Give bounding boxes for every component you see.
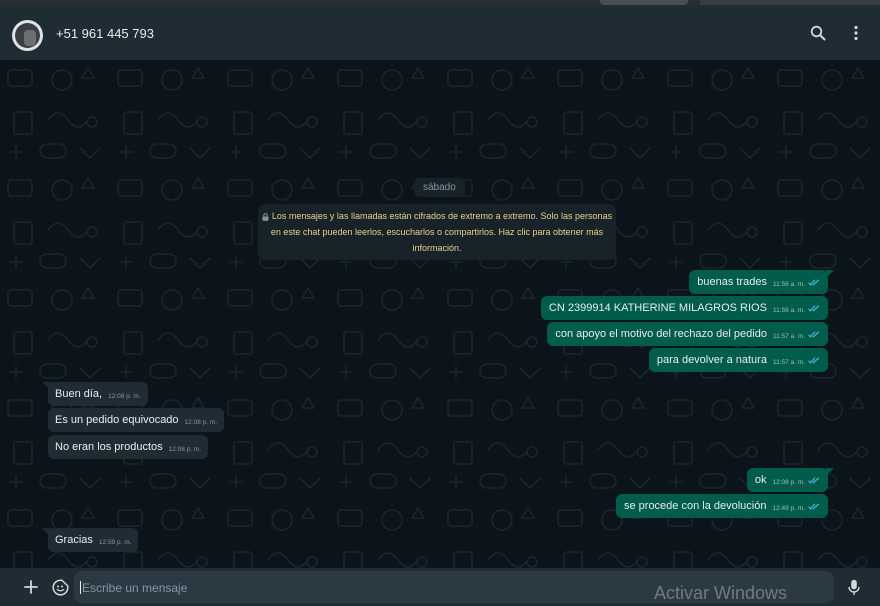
- message-time: 11:57 a. m.: [772, 359, 805, 366]
- composer-bar: Activar Windows: [0, 568, 880, 606]
- message-text: se procede con la devolución: [623, 500, 767, 512]
- double-check-icon: [808, 477, 820, 484]
- outgoing-message[interactable]: CN 2399914 KATHERINE MILAGROS RIOS 11:56 …: [540, 296, 828, 320]
- encryption-notice-line: Los mensajes y las llamadas están cifrad…: [258, 208, 616, 224]
- message-time: 12:59 p. m.: [98, 539, 132, 546]
- avatar-photo: [15, 23, 40, 48]
- double-check-icon: [808, 357, 820, 364]
- outgoing-message[interactable]: buenas trades 11:56 a. m.: [689, 270, 834, 294]
- message-text: para devolver a natura: [656, 354, 767, 366]
- message-time: 12:08 p. m.: [168, 446, 202, 453]
- double-check-icon: [808, 503, 820, 510]
- plus-icon: [24, 580, 38, 594]
- microphone-icon: [848, 579, 860, 595]
- message-input-wrapper: Activar Windows: [74, 571, 834, 605]
- double-check-icon: [808, 305, 820, 312]
- date-divider: sábado: [414, 178, 465, 197]
- message-text: ok: [754, 474, 767, 486]
- lock-icon: [262, 212, 269, 221]
- outgoing-message[interactable]: se procede con la devolución 12:49 p. m.: [615, 494, 828, 518]
- avatar[interactable]: [12, 20, 43, 51]
- encryption-notice-line: información.: [412, 243, 462, 253]
- outgoing-message[interactable]: para devolver a natura 11:57 a. m.: [648, 348, 828, 372]
- message-text: Buen día,: [55, 388, 103, 400]
- double-check-icon: [808, 279, 820, 286]
- outgoing-message[interactable]: ok 12:08 p. m.: [746, 468, 834, 492]
- message-input[interactable]: [80, 571, 584, 605]
- message-text: CN 2399914 KATHERINE MILAGROS RIOS: [548, 302, 767, 314]
- outgoing-message[interactable]: con apoyo el motivo del rechazo del pedi…: [547, 322, 828, 346]
- kebab-menu-icon: [854, 25, 858, 41]
- message-text: con apoyo el motivo del rechazo del pedi…: [555, 328, 767, 340]
- message-time: 12:49 p. m.: [772, 505, 805, 512]
- incoming-message[interactable]: No eran los productos 12:08 p. m.: [48, 435, 209, 459]
- voice-message-button[interactable]: [843, 576, 865, 598]
- search-icon: [810, 25, 826, 41]
- sticker-icon: [51, 578, 69, 596]
- encryption-notice[interactable]: Los mensajes y las llamadas están cifrad…: [258, 204, 616, 260]
- incoming-message[interactable]: Es un pedido equivocado 12:08 p. m.: [48, 408, 225, 432]
- contact-name[interactable]: +51 961 445 793: [56, 26, 154, 41]
- attach-button[interactable]: [20, 576, 42, 598]
- search-button[interactable]: [806, 21, 830, 45]
- menu-button[interactable]: [844, 21, 868, 45]
- message-time: 12:08 p. m.: [184, 419, 218, 426]
- emoji-button[interactable]: [49, 576, 71, 598]
- whatsapp-window: +51 961 445 793 sábado Los mensajes y la…: [0, 0, 880, 606]
- message-text: Gracias: [55, 534, 93, 546]
- message-text: No eran los productos: [55, 441, 163, 453]
- message-text: Es un pedido equivocado: [55, 414, 179, 426]
- chat-panel[interactable]: sábado Los mensajes y las llamadas están…: [0, 60, 880, 568]
- encryption-notice-line: en este chat pueden leerlos, escucharlos…: [270, 227, 604, 237]
- windows-activation-watermark: Activar Windows: [654, 583, 788, 603]
- chat-header: +51 961 445 793: [0, 5, 880, 60]
- double-check-icon: [808, 331, 820, 338]
- incoming-message[interactable]: Buen día, 12:08 p. m.: [42, 382, 148, 406]
- incoming-message[interactable]: Gracias 12:59 p. m.: [42, 528, 139, 552]
- message-text: buenas trades: [697, 276, 767, 288]
